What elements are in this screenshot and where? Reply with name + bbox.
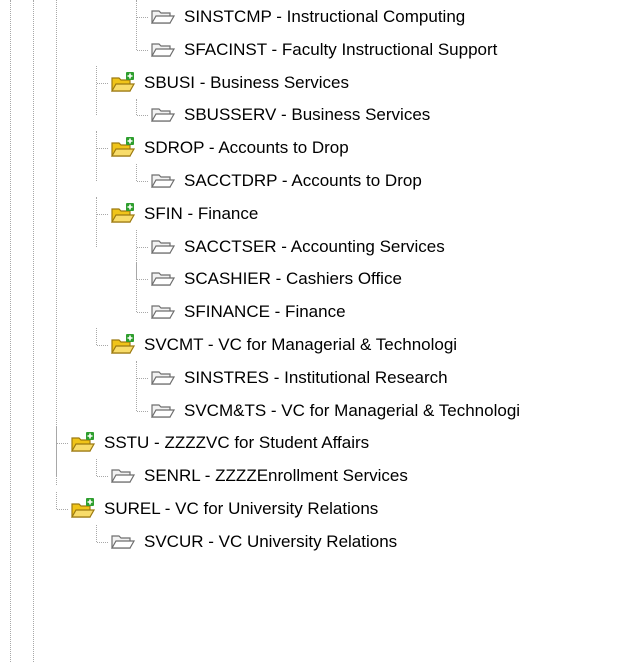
tree-elbow-connector (97, 476, 108, 478)
tree-node-senrl[interactable]: SENRL - ZZZZEnrollment Services (110, 460, 408, 492)
tree-elbow-connector (97, 541, 108, 543)
tree-connector-line (96, 459, 97, 477)
tree-node-svcmt[interactable]: SVCMT - VC for Managerial & Technologi (110, 329, 457, 361)
tree-connector-line (96, 65, 97, 116)
tree-node-sdrop[interactable]: SDROP - Accounts to Drop (110, 132, 349, 164)
tree-node-surel[interactable]: SUREL - VC for University Relations (70, 493, 378, 525)
tree-elbow-connector (137, 279, 148, 281)
folder-open-add-icon (110, 202, 136, 226)
folder-open-icon (150, 267, 176, 291)
tree-elbow-connector (57, 509, 68, 510)
folder-open-icon (110, 530, 136, 554)
tree-node-sacctser[interactable]: SACCTSER - Accounting Services (150, 231, 445, 263)
folder-open-icon (110, 464, 136, 488)
tree-node-sstu[interactable]: SSTU - ZZZZVC for Student Affairs (70, 427, 369, 459)
folder-open-icon (150, 399, 176, 423)
tree-elbow-connector (97, 82, 108, 84)
tree-connector-line (56, 0, 57, 485)
org-tree: SINSTCMP - Instructional Computing SFACIN… (0, 0, 625, 662)
tree-node-sfacinst[interactable]: SFACINST - Faculty Instructional Support (150, 34, 497, 66)
tree-connector-line (56, 426, 57, 477)
tree-node-label: SCASHIER - Cashiers Office (184, 269, 402, 289)
tree-node-label: SVCUR - VC University Relations (144, 531, 398, 551)
tree-node-sacctdrp[interactable]: SACCTDRP - Accounts to Drop (150, 165, 422, 197)
tree-node-label: SVCMT - VC for Managerial & Technologi (144, 335, 458, 354)
tree-elbow-connector (137, 181, 148, 182)
tree-node-label: SACCTDRP - Accounts to Drop (184, 171, 422, 190)
tree-node-label: SENRL - ZZZZEnrollment Services (144, 466, 408, 486)
tree-elbow-connector (97, 213, 108, 215)
folder-open-add-icon (110, 71, 136, 95)
tree-node-sbusserv[interactable]: SBUSSERV - Business Services (150, 99, 430, 131)
folder-open-add-icon (70, 431, 96, 455)
tree-node-svcm-ts[interactable]: SVCM&TS - VC for Managerial & Technologi (150, 395, 520, 427)
tree-connector-line (96, 328, 97, 345)
tree-connector-line (96, 524, 97, 542)
folder-open-icon (150, 5, 176, 29)
folder-open-icon (150, 169, 176, 193)
tree-elbow-connector (97, 148, 108, 150)
tree-connector-line (56, 492, 57, 509)
tree-elbow-connector (137, 410, 148, 412)
tree-node-sfinance[interactable]: SFINANCE - Finance (150, 296, 346, 328)
folder-open-add-icon (70, 497, 96, 521)
tree-node-label: SINSTCMP - Instructional Computing (184, 7, 466, 26)
tree-node-label: SDROP - Accounts to Drop (144, 138, 349, 158)
tree-node-label: SBUSSERV - Business Services (184, 105, 431, 125)
tree-elbow-connector (137, 377, 148, 379)
tree-elbow-connector (137, 312, 148, 314)
folder-open-icon (150, 103, 176, 127)
tree-node-label: SFACINST - Faculty Instructional Support (184, 39, 498, 59)
tree-connector-line (33, 0, 34, 662)
tree-node-sfin[interactable]: SFIN - Finance (110, 198, 258, 230)
tree-connector-line (96, 196, 97, 247)
tree-node-label: SVCM&TS - VC for Managerial & Technologi (184, 400, 521, 420)
tree-node-label: SBUSI - Business Services (144, 72, 350, 92)
tree-node-label: SUREL - VC for University Relations (104, 499, 379, 518)
tree-node-label: SFIN - Finance (144, 203, 259, 223)
tree-elbow-connector (57, 443, 68, 445)
folder-open-icon (150, 366, 176, 390)
folder-open-icon (150, 38, 176, 62)
tree-elbow-connector (137, 17, 148, 18)
tree-node-sinstcmp[interactable]: SINSTCMP - Instructional Computing (150, 1, 465, 33)
tree-connector-line (136, 98, 137, 116)
tree-elbow-connector (137, 115, 148, 117)
tree-node-sinstres[interactable]: SINSTRES - Institutional Research (150, 362, 448, 394)
tree-connector-line (136, 393, 137, 411)
tree-node-sbusi[interactable]: SBUSI - Business Services (110, 67, 349, 99)
tree-elbow-connector (137, 49, 148, 51)
folder-open-icon (150, 300, 176, 324)
tree-node-label: SACCTSER - Accounting Services (184, 236, 445, 256)
tree-connector-line (136, 32, 137, 50)
tree-connector-line (136, 295, 137, 313)
folder-open-add-icon (110, 333, 136, 357)
tree-node-label: SSTU - ZZZZVC for Student Affairs (104, 433, 370, 453)
folder-open-add-icon (110, 136, 136, 160)
tree-connector-line (136, 164, 137, 181)
tree-node-label: SFINANCE - Finance (184, 302, 346, 322)
tree-node-svcur[interactable]: SVCUR - VC University Relations (110, 526, 397, 558)
tree-connector-line (10, 0, 11, 662)
tree-elbow-connector (137, 246, 148, 248)
folder-open-icon (150, 235, 176, 259)
tree-elbow-connector (97, 345, 108, 346)
tree-connector-line (96, 131, 97, 181)
tree-node-label: SINSTRES - Institutional Research (184, 367, 448, 387)
tree-node-scashier[interactable]: SCASHIER - Cashiers Office (150, 263, 402, 295)
